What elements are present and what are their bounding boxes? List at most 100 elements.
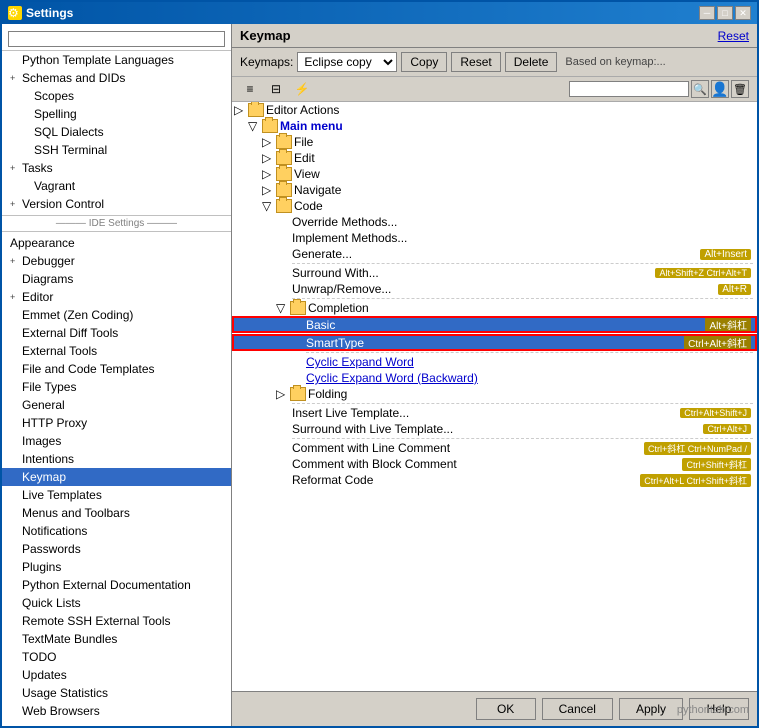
- sidebar-label: Python External Documentation: [22, 578, 191, 592]
- sidebar-item-general[interactable]: General: [2, 396, 231, 414]
- separator: [292, 298, 753, 299]
- reset-keymap-button[interactable]: Reset: [451, 52, 500, 72]
- minimize-button[interactable]: ─: [699, 6, 715, 20]
- ok-button[interactable]: OK: [476, 698, 536, 720]
- expand-icon: ▷: [262, 151, 276, 165]
- sidebar-label: Usage Statistics: [22, 686, 108, 700]
- sidebar-item-editor[interactable]: + Editor: [2, 288, 231, 306]
- sidebar-item-images[interactable]: Images: [2, 432, 231, 450]
- sidebar-item-http-proxy[interactable]: HTTP Proxy: [2, 414, 231, 432]
- sidebar-item-file-types[interactable]: File Types: [2, 378, 231, 396]
- tree-row-insert-live[interactable]: Insert Live Template... Ctrl+Alt+Shift+J: [232, 405, 757, 421]
- sidebar-item-scopes[interactable]: Scopes: [2, 87, 231, 105]
- ide-settings-separator: ——— IDE Settings ———: [2, 215, 231, 232]
- sidebar-item-textmate[interactable]: TextMate Bundles: [2, 630, 231, 648]
- tree-row-editor-actions[interactable]: ▷ Editor Actions: [232, 102, 757, 118]
- sidebar-item-updates[interactable]: Updates: [2, 666, 231, 684]
- keymap-select[interactable]: Eclipse copy: [297, 52, 397, 72]
- delete-button[interactable]: Delete: [505, 52, 558, 72]
- maximize-button[interactable]: □: [717, 6, 733, 20]
- tree-row-basic[interactable]: Basic Alt+斜杠: [232, 316, 757, 333]
- sidebar-item-diagrams[interactable]: Diagrams: [2, 270, 231, 288]
- sidebar-item-schemas[interactable]: + Schemas and DIDs: [2, 69, 231, 87]
- collapse-all-icon[interactable]: ⊟: [266, 80, 286, 98]
- sidebar-item-remote-ssh[interactable]: Remote SSH External Tools: [2, 612, 231, 630]
- sidebar-item-live-templates[interactable]: Live Templates: [2, 486, 231, 504]
- sidebar-item-vagrant[interactable]: Vagrant: [2, 177, 231, 195]
- sidebar-item-todo[interactable]: TODO: [2, 648, 231, 666]
- tree-row-surround-live[interactable]: Surround with Live Template... Ctrl+Alt+…: [232, 421, 757, 437]
- close-button[interactable]: ✕: [735, 6, 751, 20]
- sidebar-item-external-tools[interactable]: External Tools: [2, 342, 231, 360]
- sidebar-item-notifications[interactable]: Notifications: [2, 522, 231, 540]
- sidebar-item-keymap[interactable]: Keymap: [2, 468, 231, 486]
- keymaps-label: Keymaps:: [240, 55, 293, 69]
- tree-label: Main menu: [280, 119, 343, 133]
- sidebar-item-quick-lists[interactable]: Quick Lists: [2, 594, 231, 612]
- sidebar-item-python-ext-docs[interactable]: Python External Documentation: [2, 576, 231, 594]
- tree-row-view[interactable]: ▷ View: [232, 166, 757, 182]
- window-title: Settings: [26, 6, 73, 20]
- sidebar-item-spelling[interactable]: Spelling: [2, 105, 231, 123]
- sidebar-item-version-control[interactable]: + Version Control: [2, 195, 231, 213]
- sidebar-label: Spelling: [34, 107, 77, 121]
- sidebar-item-menus[interactable]: Menus and Toolbars: [2, 504, 231, 522]
- sidebar-search-input[interactable]: [8, 31, 225, 47]
- folder-icon: [290, 301, 306, 315]
- cancel-button[interactable]: Cancel: [542, 698, 613, 720]
- copy-button[interactable]: Copy: [401, 52, 447, 72]
- tree-row-reformat[interactable]: Reformat Code Ctrl+Alt+L Ctrl+Shift+斜杠: [232, 472, 757, 488]
- tree-row-surround[interactable]: Surround With... Alt+Shift+Z Ctrl+Alt+T: [232, 265, 757, 281]
- tree-label: Insert Live Template...: [292, 406, 680, 420]
- sidebar-item-python-template[interactable]: Python Template Languages: [2, 51, 231, 69]
- sidebar-item-plugins[interactable]: Plugins: [2, 558, 231, 576]
- expand-icon: +: [10, 163, 20, 173]
- filter-icon[interactable]: ⚡: [292, 80, 312, 98]
- sidebar-item-web-browsers[interactable]: Web Browsers: [2, 702, 231, 720]
- tree-row-implement[interactable]: Implement Methods...: [232, 230, 757, 246]
- apply-button[interactable]: Apply: [619, 698, 683, 720]
- tree-label: Override Methods...: [292, 215, 755, 229]
- sidebar-search-area: [2, 28, 231, 51]
- sidebar-item-sql[interactable]: SQL Dialects: [2, 123, 231, 141]
- sidebar-item-debugger[interactable]: + Debugger: [2, 252, 231, 270]
- sidebar-item-diff-tools[interactable]: External Diff Tools: [2, 324, 231, 342]
- tree-label: Surround with Live Template...: [292, 422, 703, 436]
- tree-row-block-comment[interactable]: Comment with Block Comment Ctrl+Shift+斜杠: [232, 456, 757, 472]
- sidebar-item-passwords[interactable]: Passwords: [2, 540, 231, 558]
- expand-all-icon[interactable]: ≡: [240, 80, 260, 98]
- tree-row-edit[interactable]: ▷ Edit: [232, 150, 757, 166]
- tree-row-file[interactable]: ▷ File: [232, 134, 757, 150]
- panel-title: Keymap: [240, 28, 291, 43]
- sidebar-item-ssh[interactable]: SSH Terminal: [2, 141, 231, 159]
- tree-row-override[interactable]: Override Methods...: [232, 214, 757, 230]
- tree-row-unwrap[interactable]: Unwrap/Remove... Alt+R: [232, 281, 757, 297]
- expand-icon: +: [10, 292, 20, 302]
- tree-row-code[interactable]: ▽ Code: [232, 198, 757, 214]
- reset-link[interactable]: Reset: [718, 29, 749, 43]
- tree-row-navigate[interactable]: ▷ Navigate: [232, 182, 757, 198]
- tree-row-smarttype[interactable]: SmartType Ctrl+Alt+斜杠: [232, 334, 757, 351]
- tree-row-cyclic-expand[interactable]: Cyclic Expand Word: [232, 354, 757, 370]
- sidebar-item-intentions[interactable]: Intentions: [2, 450, 231, 468]
- keymap-search-input[interactable]: [569, 81, 689, 97]
- sidebar-item-tasks[interactable]: + Tasks: [2, 159, 231, 177]
- tree-row-main-menu[interactable]: ▽ Main menu: [232, 118, 757, 134]
- sidebar-item-file-code-templates[interactable]: File and Code Templates: [2, 360, 231, 378]
- tree-row-folding[interactable]: ▷ Folding: [232, 386, 757, 402]
- shortcut-badge: Ctrl+Alt+斜杠: [684, 335, 751, 350]
- tree-row-cyclic-expand-bwd[interactable]: Cyclic Expand Word (Backward): [232, 370, 757, 386]
- tree-row-line-comment[interactable]: Comment with Line Comment Ctrl+斜杠 Ctrl+N…: [232, 440, 757, 456]
- tree-label: Code: [294, 199, 323, 213]
- sidebar-item-appearance[interactable]: Appearance: [2, 234, 231, 252]
- separator: [292, 438, 753, 439]
- sidebar-item-usage-stats[interactable]: Usage Statistics: [2, 684, 231, 702]
- search-icon[interactable]: 🔍: [691, 80, 709, 98]
- right-panel: Keymap Reset Keymaps: Eclipse copy Copy …: [232, 24, 757, 726]
- shortcut-icon[interactable]: 🗑: [731, 80, 749, 98]
- sidebar-item-emmet[interactable]: Emmet (Zen Coding): [2, 306, 231, 324]
- expand-icon: ▷: [276, 387, 290, 401]
- tree-row-generate[interactable]: Generate... Alt+Insert: [232, 246, 757, 262]
- tree-row-completion[interactable]: ▽ Completion: [232, 300, 757, 316]
- clear-search-icon[interactable]: 👤: [711, 80, 729, 98]
